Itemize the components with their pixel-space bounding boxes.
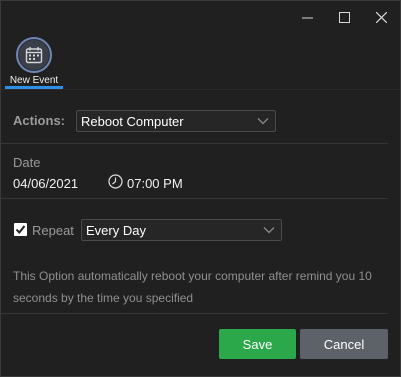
actions-dropdown[interactable]: Reboot Computer: [76, 110, 276, 132]
cancel-button[interactable]: Cancel: [300, 329, 388, 359]
save-button[interactable]: Save: [219, 329, 296, 359]
maximize-button[interactable]: [326, 1, 363, 33]
chevron-down-icon: [263, 227, 275, 234]
maximize-icon: [339, 11, 350, 23]
description-text: This Option automatically reboot your co…: [13, 269, 372, 305]
time-picker[interactable]: 07:00 PM: [127, 176, 183, 191]
close-icon: [376, 11, 387, 23]
new-event-dialog: New Event Actions: Reboot Computer Date …: [0, 0, 401, 377]
new-event-icon-wrapper: [16, 37, 52, 73]
minimize-icon: [302, 17, 313, 18]
new-event-tab[interactable]: New Event: [5, 37, 63, 89]
repeat-checkbox[interactable]: [14, 223, 27, 236]
clock-icon: [108, 174, 123, 189]
section-divider: [1, 143, 388, 144]
section-divider: [1, 198, 388, 199]
header-divider: [1, 89, 400, 90]
date-label: Date: [13, 155, 41, 170]
close-button[interactable]: [363, 1, 400, 33]
calendar-icon: [25, 47, 43, 64]
actions-dropdown-value: Reboot Computer: [81, 113, 184, 129]
repeat-label: Repeat: [32, 223, 74, 238]
repeat-dropdown[interactable]: Every Day: [81, 219, 282, 241]
section-divider: [1, 313, 388, 314]
chevron-down-icon: [257, 118, 269, 125]
repeat-dropdown-value: Every Day: [86, 222, 146, 238]
checkmark-icon: [15, 225, 26, 235]
title-bar: [289, 1, 400, 33]
minimize-button[interactable]: [289, 1, 326, 33]
date-picker[interactable]: 04/06/2021: [13, 176, 78, 191]
actions-label: Actions:: [13, 113, 65, 128]
new-event-label: New Event: [9, 75, 59, 86]
